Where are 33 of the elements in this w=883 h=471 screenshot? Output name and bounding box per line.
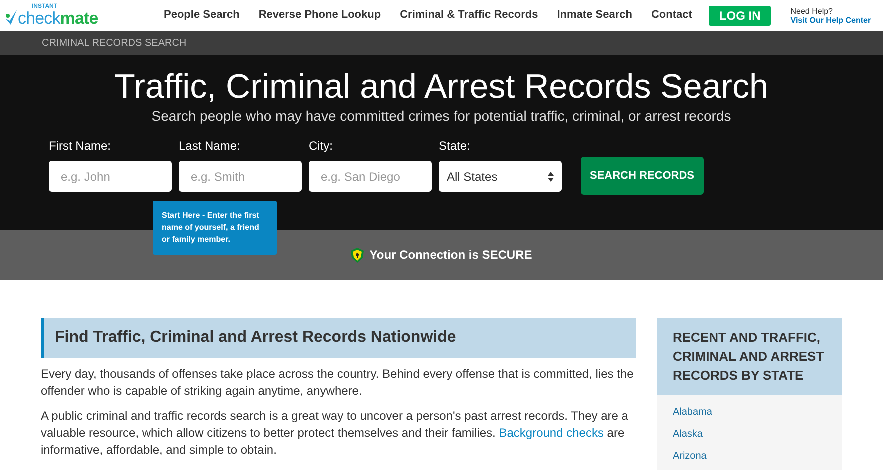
tooltip: Start Here - Enter the first name of yourself, a friend or family member. xyxy=(153,201,277,255)
logo[interactable]: checkmate xyxy=(18,10,98,27)
article-paragraph: A public criminal and traffic records search is a great way to uncover a person's past arrest records. They are a valuable resource, which allow citizens to better protect themselves and their families. Background checks are informative, affordable, and simple to obtain. xyxy=(41,408,630,459)
shield-lock-icon xyxy=(350,248,364,262)
nav-link[interactable]: Inmate Search xyxy=(557,7,632,24)
field-label: Last Name: xyxy=(179,138,242,155)
background-checks-link[interactable]: Background checks xyxy=(499,426,604,440)
article-heading: Find Traffic, Criminal and Arrest Records Nationwide xyxy=(41,318,636,358)
nav-link[interactable]: Contact xyxy=(651,7,692,24)
input-field[interactable]: e.g. Smith xyxy=(179,161,302,192)
state-link[interactable]: Alabama xyxy=(672,405,826,420)
field-label: City: xyxy=(309,138,334,155)
state-link[interactable]: Arizona xyxy=(672,449,826,464)
article-paragraph: Every day, thousands of offenses take place across the country. Behind every offense that is committed, lies the offender who is capable of striking again anytime, anywhere. xyxy=(41,366,635,400)
hero-subtitle: Search people who may have committed crimes for potential traffic, criminal, or arrest records xyxy=(152,107,732,125)
nav-link[interactable]: Criminal & Traffic Records xyxy=(400,7,538,24)
input-field[interactable]: e.g. San Diego xyxy=(309,161,432,192)
sidebar-heading: RECENT AND TRAFFIC, CRIMINAL AND ARREST RECORDS BY STATE xyxy=(656,318,842,395)
hero-title: Traffic, Criminal and Arrest Records Search xyxy=(114,67,768,107)
state-link[interactable]: Alaska xyxy=(672,427,826,442)
field-label: State: xyxy=(439,138,472,155)
search-records-button[interactable]: SEARCH RECORDS xyxy=(581,157,704,195)
help-question: Need Help? xyxy=(790,6,834,16)
nav-link[interactable]: People Search xyxy=(164,7,240,24)
nav-link[interactable]: Reverse Phone Lookup xyxy=(258,7,382,24)
field-label: First Name: xyxy=(49,138,112,155)
secure-notice: Your Connection is SECURE xyxy=(370,247,532,264)
input-field[interactable]: e.g. John xyxy=(49,161,172,192)
sort-arrows-icon xyxy=(548,172,554,182)
breadcrumb: CRIMINAL RECORDS SEARCH xyxy=(42,36,187,50)
state-select[interactable]: All States xyxy=(439,161,562,192)
login-button[interactable]: LOG IN xyxy=(709,6,771,26)
help-center-link[interactable]: Visit Our Help Center xyxy=(790,16,872,24)
